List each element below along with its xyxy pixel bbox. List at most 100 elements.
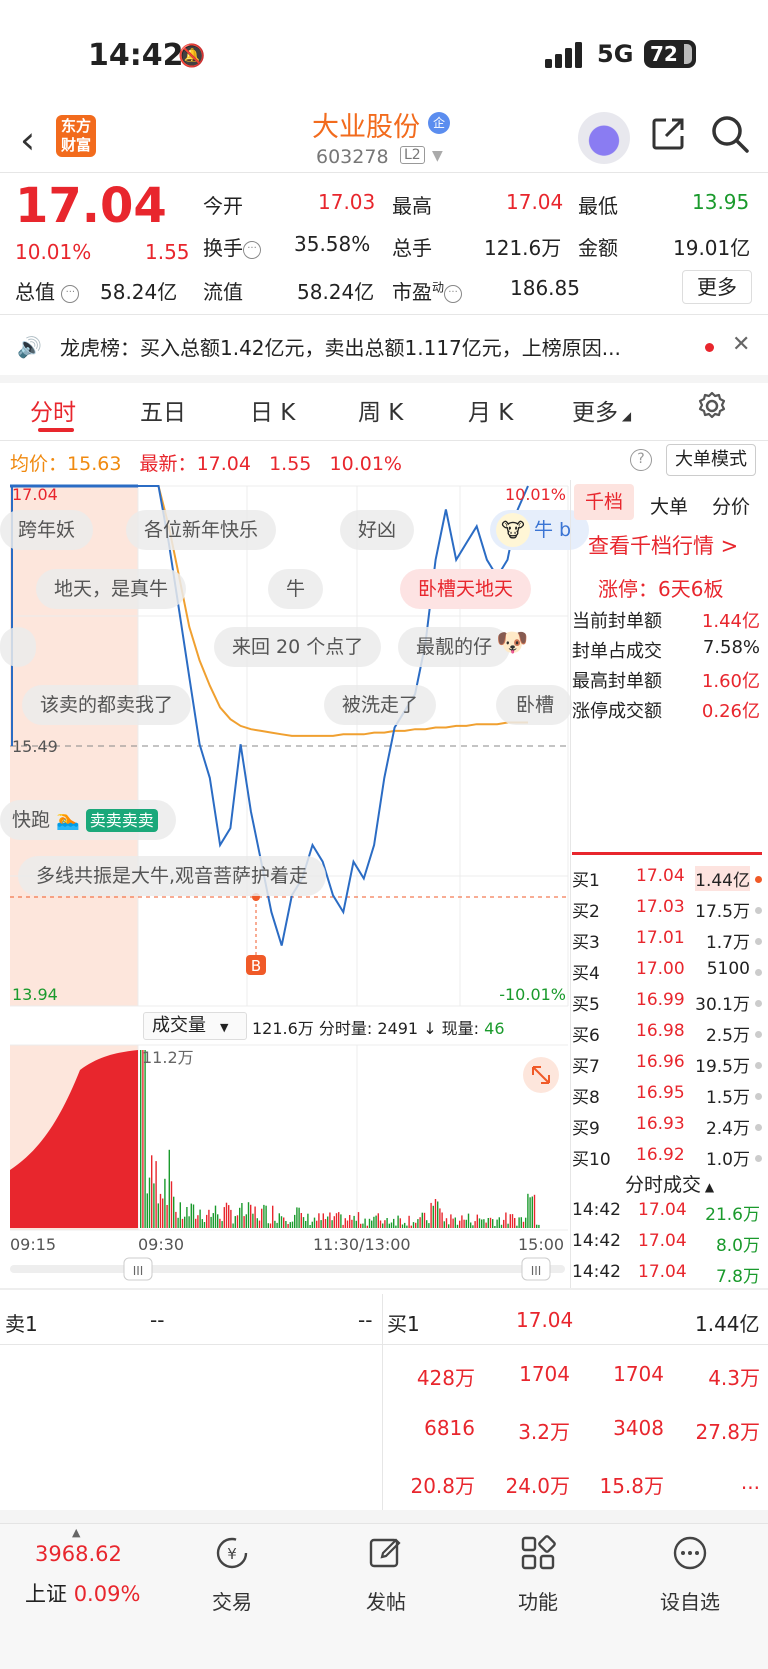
qiandang-link[interactable]: 查看千档行情 > [588, 530, 738, 560]
caret-down-icon[interactable]: ▼ [432, 148, 443, 164]
trade-icon[interactable]: ¥ [214, 1535, 250, 1571]
volume-bar [483, 1219, 485, 1228]
trade-price: 17.04 [638, 1231, 687, 1251]
status-dot [755, 1062, 762, 1069]
volume-bar [529, 1197, 531, 1228]
tab-big-order[interactable]: 大单 [650, 492, 688, 519]
volume-bar [186, 1207, 188, 1228]
volume-bar [353, 1215, 355, 1228]
comment-bubble[interactable]: 牛 [268, 569, 324, 609]
comment-bubble[interactable]: 被洗走了 [324, 685, 437, 725]
info-icon[interactable]: ··· [243, 240, 261, 259]
tab-qiandang[interactable]: 千档 [574, 484, 634, 520]
volume-bar [230, 1209, 232, 1228]
app-logo[interactable]: 东方财富 [56, 115, 96, 157]
watchlist-icon[interactable] [672, 1535, 708, 1571]
comment-bubble[interactable]: 跨年妖 [0, 510, 94, 550]
order-book-row[interactable]: 买1 17.04 1.44亿 [572, 866, 764, 896]
volume-bar [408, 1215, 410, 1228]
nav-post[interactable]: 发帖 [346, 1586, 426, 1615]
svg-text:¥: ¥ [227, 1545, 237, 1563]
level-label: 买6 [572, 1026, 600, 1046]
help-icon[interactable]: ? [630, 449, 652, 471]
close-icon[interactable]: ✕ [732, 332, 750, 357]
comment-bubble[interactable]: 快跑 🏊 卖卖卖卖 [0, 800, 176, 840]
comment-bubble[interactable]: 卧槽天地天 [400, 569, 532, 609]
comment-bubble-partial[interactable] [0, 627, 36, 667]
time-trades-title[interactable]: 分时成交 ▲ [625, 1170, 714, 1197]
nav-functions[interactable]: 功能 [498, 1586, 578, 1615]
comment-bubble[interactable]: 该卖的都卖我了 [22, 685, 192, 725]
index-name[interactable]: 上证 0.09% [25, 1578, 140, 1608]
volume-bar [258, 1220, 261, 1228]
tab-price-dist[interactable]: 分价 [712, 492, 750, 519]
comment-bubble[interactable]: 好凶 [340, 510, 415, 550]
volume-bar [518, 1217, 520, 1228]
tab-intraday[interactable]: 分时 [30, 393, 76, 427]
order-book-row[interactable]: 买5 16.99 30.1万 [572, 990, 764, 1020]
nav-trade[interactable]: 交易 [192, 1586, 272, 1615]
sell1-price: -- [150, 1308, 165, 1332]
volume-selector[interactable]: 成交量 ▼ [143, 1012, 247, 1040]
comment-bubble[interactable]: 地天，是真牛 [36, 569, 187, 609]
cow-avatar: 🐮 [496, 513, 530, 547]
volume-bar [342, 1224, 344, 1228]
order-book-row[interactable]: 买8 16.95 1.5万 [572, 1083, 764, 1113]
time-scroll-track[interactable] [10, 1265, 565, 1273]
info-icon[interactable]: ··· [444, 284, 463, 303]
volume-bar [184, 1216, 186, 1228]
network-type: 5G [597, 40, 634, 68]
order-book-row[interactable]: 买7 16.96 19.5万 [572, 1052, 764, 1082]
nav-watchlist[interactable]: 设自选 [650, 1586, 730, 1615]
tab-5day[interactable]: 五日 [140, 393, 186, 427]
volume-bar [428, 1223, 430, 1228]
volume-bar [423, 1212, 426, 1228]
level-volume: 30.1万 [695, 995, 750, 1015]
gear-icon[interactable] [696, 390, 728, 422]
notice-text[interactable]: 龙虎榜：买入总额1.42亿元，卖出总额1.117亿元，上榜原因... [60, 332, 680, 361]
volume-bar [373, 1216, 375, 1228]
tab-more[interactable]: 更多 ◢ [572, 393, 631, 427]
more-button[interactable]: 更多 [682, 270, 752, 304]
stock-name[interactable]: 大业股份 [312, 105, 420, 144]
order-book-row[interactable]: 买4 17.00 5100 [572, 959, 764, 989]
divider [0, 172, 768, 173]
queue-cell: ... [740, 1470, 760, 1494]
volume-bar [263, 1204, 265, 1228]
stock-code[interactable]: 603278 [316, 146, 389, 168]
volume-bar [243, 1216, 245, 1228]
volume-bar [406, 1225, 408, 1228]
comment-bubble[interactable]: 卧槽 [496, 685, 573, 725]
volume-bar [492, 1219, 494, 1228]
back-icon[interactable]: ‹ [20, 118, 35, 162]
level2-badge[interactable]: L2 [400, 146, 425, 164]
order-book-row[interactable]: 买3 17.01 1.7万 [572, 928, 764, 958]
order-book-row[interactable]: 买2 17.03 17.5万 [572, 897, 764, 927]
volume-bar [527, 1193, 529, 1228]
volume-bar [197, 1215, 199, 1228]
tab-weekly-k[interactable]: 周 K [358, 393, 403, 427]
share-icon[interactable] [650, 116, 686, 152]
functions-icon[interactable] [520, 1535, 556, 1571]
queue-cell: 27.8万 [695, 1420, 760, 1444]
order-book-row[interactable]: 买6 16.98 2.5万 [572, 1021, 764, 1051]
comment-bubble[interactable]: 最靓的仔 [398, 627, 511, 667]
volume-bar [298, 1207, 300, 1228]
ai-assistant-avatar[interactable] [578, 112, 630, 164]
order-book-row[interactable]: 买9 16.93 2.4万 [572, 1114, 764, 1144]
comment-bubble[interactable]: 各位新年快乐 [126, 510, 277, 550]
trade-price: 17.04 [638, 1200, 687, 1220]
info-icon[interactable]: ··· [61, 284, 80, 303]
tab-monthly-k[interactable]: 月 K [468, 393, 513, 427]
tab-daily-k[interactable]: 日 K [250, 393, 295, 427]
comment-bubble[interactable]: 多线共振是大牛,观音菩萨护着走 [18, 856, 327, 896]
divider [0, 1288, 768, 1290]
comment-bubble[interactable]: 来回 20 个点了 [214, 627, 382, 667]
search-icon[interactable] [710, 114, 750, 154]
big-order-mode-button[interactable]: 大单模式 [666, 444, 756, 476]
volume-bar [269, 1223, 272, 1228]
post-icon[interactable] [368, 1535, 404, 1571]
volume-bar [426, 1220, 428, 1228]
index-value[interactable]: 3968.62 [35, 1542, 122, 1566]
volume-bar [327, 1216, 329, 1228]
